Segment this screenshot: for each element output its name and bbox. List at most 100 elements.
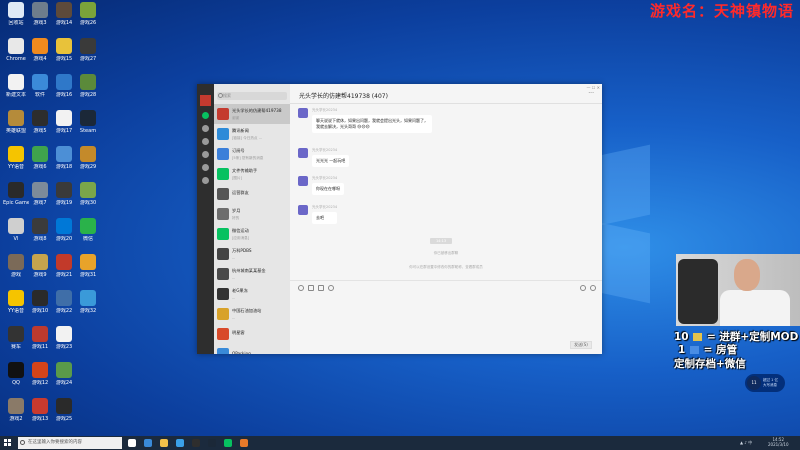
desktop-icon[interactable]: 游戏6: [27, 146, 53, 180]
miniprogram-icon[interactable]: [202, 177, 209, 184]
desktop-icon[interactable]: Chrome: [3, 38, 29, 72]
app-icon: [32, 38, 48, 54]
contact-item[interactable]: QParking: [214, 344, 290, 354]
desktop-icon[interactable]: 游戏23: [51, 326, 77, 360]
chat-icon[interactable]: [202, 112, 209, 119]
app-icon: [80, 38, 96, 54]
desktop-icon[interactable]: 游戏4: [27, 38, 53, 72]
desktop-icon[interactable]: 游戏11: [27, 326, 53, 360]
desktop-icon[interactable]: 游戏27: [75, 38, 101, 72]
contact-item[interactable]: 万科PDBS...: [214, 244, 290, 264]
contact-name: 订阅号: [232, 147, 245, 153]
contact-item[interactable]: 订阅号 [5条] 您有新的消息: [214, 144, 290, 164]
desktop-icon[interactable]: 游戏31: [75, 254, 101, 288]
emoji-icon[interactable]: [298, 285, 304, 291]
wechat-window[interactable]: 搜索 光头学长的仿建帮419738 谢谢 腾讯新闻 [链接] 今日热点 ... 订阅号 […: [197, 84, 602, 354]
taskbar-search[interactable]: 在这里输入你要搜索的内容: [18, 437, 122, 449]
user-avatar[interactable]: [200, 95, 211, 106]
contact-item[interactable]: 文件传输助手 [图片]: [214, 164, 290, 184]
desktop-icon[interactable]: 游戏12: [27, 362, 53, 396]
wechat-icon[interactable]: [224, 439, 232, 447]
desktop-icon[interactable]: 游戏26: [75, 2, 101, 36]
desktop-icon[interactable]: 游戏20: [51, 218, 77, 252]
message-input-area[interactable]: 发送(S): [290, 280, 602, 354]
app-icon: [32, 182, 48, 198]
desktop-icon[interactable]: YY语音: [3, 146, 29, 180]
contact-item[interactable]: 光头学长的仿建帮419738 谢谢: [214, 104, 290, 124]
desktop-icon[interactable]: 游戏: [3, 254, 29, 288]
scissors-icon[interactable]: [318, 285, 324, 291]
send-button[interactable]: 发送(S): [570, 341, 592, 349]
desktop-icon[interactable]: 游戏24: [51, 362, 77, 396]
contact-item[interactable]: 中国石油加油站...: [214, 304, 290, 324]
desktop-icon[interactable]: 新建文本: [3, 74, 29, 108]
desktop-icon[interactable]: 赛车: [3, 326, 29, 360]
desktop-icon[interactable]: 游戏22: [51, 290, 77, 324]
contact-item[interactable]: 岁月 好的: [214, 204, 290, 224]
desktop-icon-label: 游戏9: [33, 272, 47, 278]
steam-icon[interactable]: [208, 439, 216, 447]
desktop-icon[interactable]: 游戏30: [75, 182, 101, 216]
contact-item[interactable]: 明星客: [214, 324, 290, 344]
desktop-icon[interactable]: 游戏10: [27, 290, 53, 324]
desktop-icon[interactable]: 回收站: [3, 2, 29, 36]
desktop-icon[interactable]: 游戏29: [75, 146, 101, 180]
search-input[interactable]: 搜索: [217, 92, 287, 100]
desktop-icon[interactable]: Steam: [75, 110, 101, 144]
desktop-icon[interactable]: YY语音: [3, 290, 29, 324]
contact-text: 运营群友: [232, 190, 287, 198]
obs-icon[interactable]: [192, 439, 200, 447]
desktop-icon[interactable]: 游戏14: [51, 2, 77, 36]
window-controls[interactable]: — ☐ ✕: [587, 85, 600, 90]
desktop-icon[interactable]: 游戏32: [75, 290, 101, 324]
contacts-icon[interactable]: [202, 125, 209, 132]
start-button[interactable]: [4, 439, 12, 447]
app-icon: [32, 110, 48, 126]
desktop-icon[interactable]: 游戏18: [51, 146, 77, 180]
desktop-icon[interactable]: 游戏17: [51, 110, 77, 144]
files-icon[interactable]: [202, 151, 209, 158]
wallpaper-beam: [600, 144, 650, 226]
moments-icon[interactable]: [202, 164, 209, 171]
desktop-icon[interactable]: 游戏8: [27, 218, 53, 252]
desktop-icon[interactable]: 游戏28: [75, 74, 101, 108]
notification-bubble[interactable]: 11 超过 1 亿 大写消息: [745, 374, 785, 392]
desktop-icon[interactable]: 软件: [27, 74, 53, 108]
desktop-icon[interactable]: 英雄联盟: [3, 110, 29, 144]
app-icon: [8, 146, 24, 162]
desktop-icon[interactable]: 游戏16: [51, 74, 77, 108]
chat-history-icon[interactable]: [328, 285, 334, 291]
contact-item[interactable]: 微信运动 [应用消息]: [214, 224, 290, 244]
desktop-icon[interactable]: Epic Games: [3, 182, 29, 216]
desktop-icon[interactable]: 游戏9: [27, 254, 53, 288]
contact-item[interactable]: 运营群友: [214, 184, 290, 204]
voice-call-icon[interactable]: [580, 285, 586, 291]
desktop-icon[interactable]: 游戏15: [51, 38, 77, 72]
app-icon: [80, 74, 96, 90]
contact-item[interactable]: 杭州城南某某基金...: [214, 264, 290, 284]
more-icon[interactable]: ···: [588, 90, 594, 97]
edge-icon[interactable]: [144, 439, 152, 447]
clock[interactable]: 14:52 2021/3/10: [768, 437, 789, 447]
explorer-icon[interactable]: [160, 439, 168, 447]
video-call-icon[interactable]: [590, 285, 596, 291]
task-view-icon[interactable]: [128, 439, 136, 447]
favorites-icon[interactable]: [202, 138, 209, 145]
tray-icons[interactable]: ▲ ♪ 中: [740, 440, 752, 446]
app-icon[interactable]: [240, 439, 248, 447]
desktop-icon[interactable]: 游戏25: [51, 398, 77, 432]
desktop-icon[interactable]: 游戏19: [51, 182, 77, 216]
desktop-icon[interactable]: 游戏21: [51, 254, 77, 288]
desktop-icon[interactable]: 游戏3: [27, 2, 53, 36]
desktop-icon[interactable]: 游戏2: [3, 398, 29, 432]
desktop-icon[interactable]: VI: [3, 218, 29, 252]
desktop-icon[interactable]: 微信: [75, 218, 101, 252]
desktop-icon[interactable]: 游戏13: [27, 398, 53, 432]
desktop-icon[interactable]: 游戏5: [27, 110, 53, 144]
store-icon[interactable]: [176, 439, 184, 447]
desktop-icon[interactable]: QQ: [3, 362, 29, 396]
contact-item[interactable]: 老G果冻...: [214, 284, 290, 304]
desktop-icon[interactable]: 游戏7: [27, 182, 53, 216]
folder-icon[interactable]: [308, 285, 314, 291]
contact-item[interactable]: 腾讯新闻 [链接] 今日热点 ...: [214, 124, 290, 144]
